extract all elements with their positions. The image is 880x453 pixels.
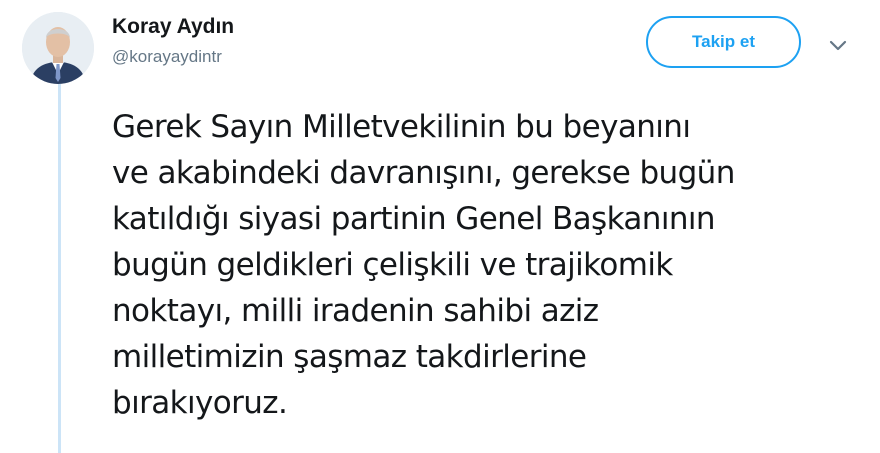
tweet-card: Koray Aydın @korayaydintr Takip et Gerek… xyxy=(0,0,880,453)
follow-button[interactable]: Takip et xyxy=(646,16,801,68)
tweet-text-line: katıldığı siyasi partinin Genel Başkanın… xyxy=(112,201,716,237)
author-avatar[interactable] xyxy=(22,12,94,84)
tweet-menu-button[interactable] xyxy=(826,36,850,56)
tweet-text-line: bugün geldikleri çelişkili ve trajikomik xyxy=(112,247,673,283)
author-display-name[interactable]: Koray Aydın xyxy=(112,14,234,40)
tweet-text-line: noktayı, milli iradenin sahibi aziz xyxy=(112,293,599,329)
tweet-text-line: ve akabindeki davranışını, gerekse bugün xyxy=(112,155,735,191)
tweet-text-line: Gerek Sayın Milletvekilinin bu beyanını xyxy=(112,109,691,145)
thread-line xyxy=(58,84,61,453)
chevron-down-icon xyxy=(829,40,847,51)
author-handle[interactable]: @korayaydintr xyxy=(112,46,234,68)
person-avatar-icon xyxy=(22,12,94,84)
author-info: Koray Aydın @korayaydintr xyxy=(112,14,234,68)
tweet-text: Gerek Sayın Milletvekilinin bu beyanını … xyxy=(112,104,872,426)
tweet-text-line: milletimizin şaşmaz takdirlerine xyxy=(112,339,587,375)
tweet-text-line: bırakıyoruz. xyxy=(112,385,288,421)
